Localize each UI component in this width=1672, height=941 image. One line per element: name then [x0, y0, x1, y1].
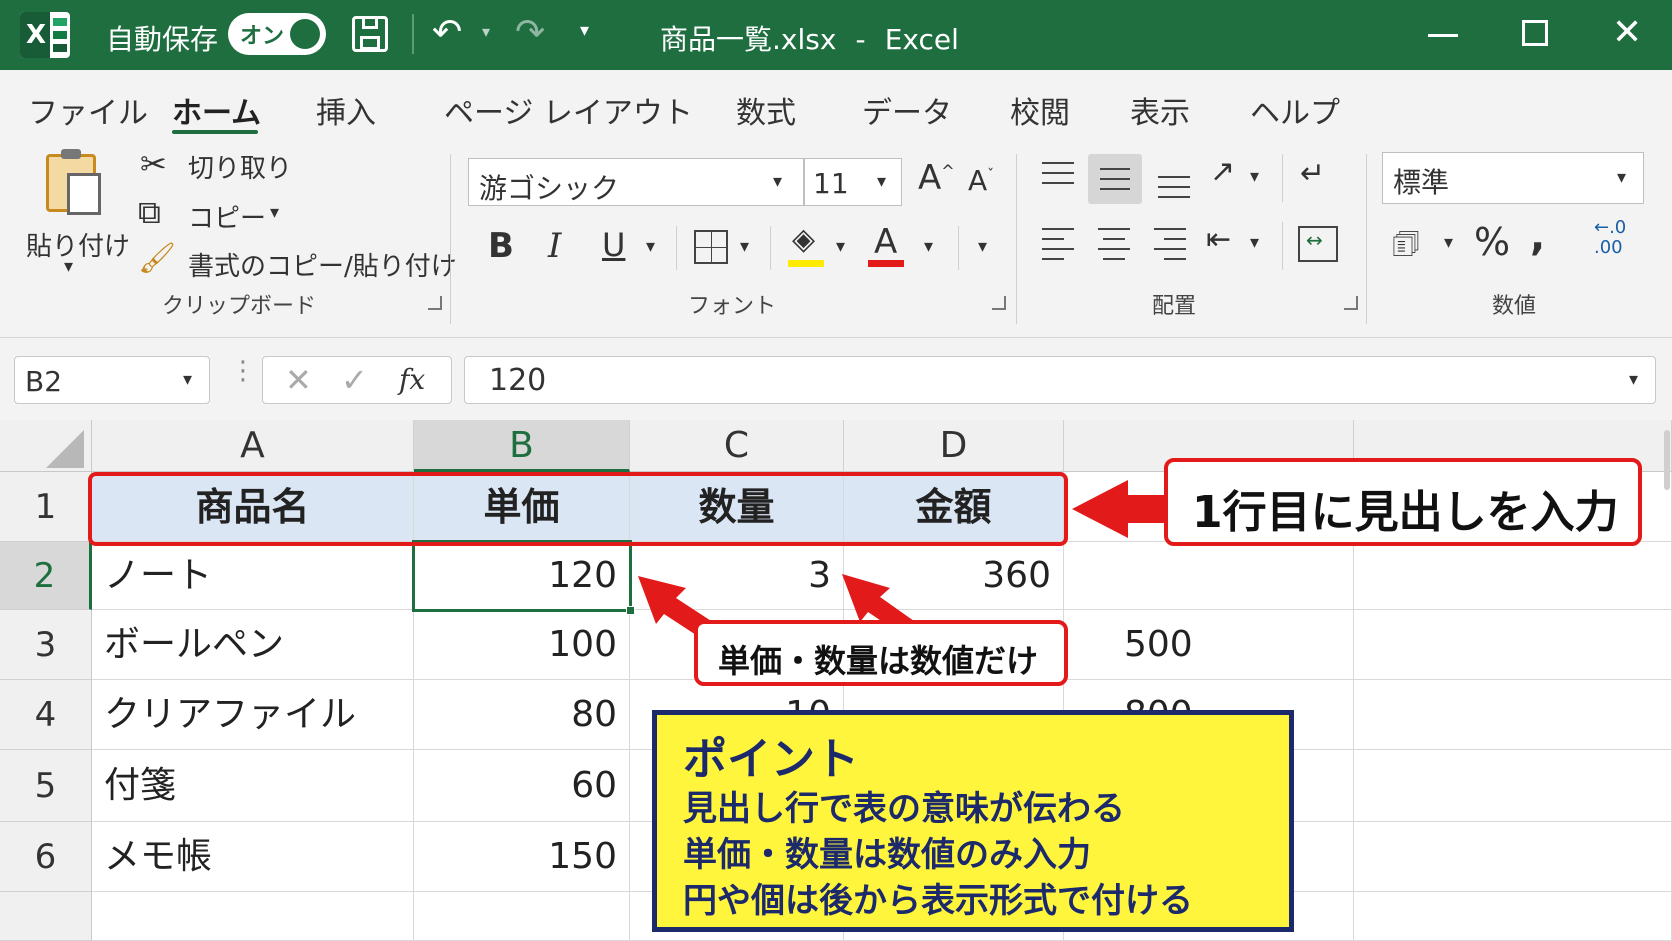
- numeric-callout: 単価・数量は数値だけ: [694, 620, 1068, 686]
- point-title: ポイント: [683, 734, 859, 785]
- header-arrow-icon: [1072, 480, 1168, 538]
- point-line: 円や個は後から表示形式で付ける: [683, 881, 1193, 921]
- point-line: 見出し行で表の意味が伝わる: [683, 789, 1125, 829]
- point-line: 単価・数量は数値のみ入力: [683, 835, 1091, 875]
- point-note: ポイント 見出し行で表の意味が伝わる 単価・数量は数値のみ入力 円や個は後から表…: [652, 710, 1294, 932]
- header-callout: 1行目に見出しを入力: [1164, 458, 1642, 546]
